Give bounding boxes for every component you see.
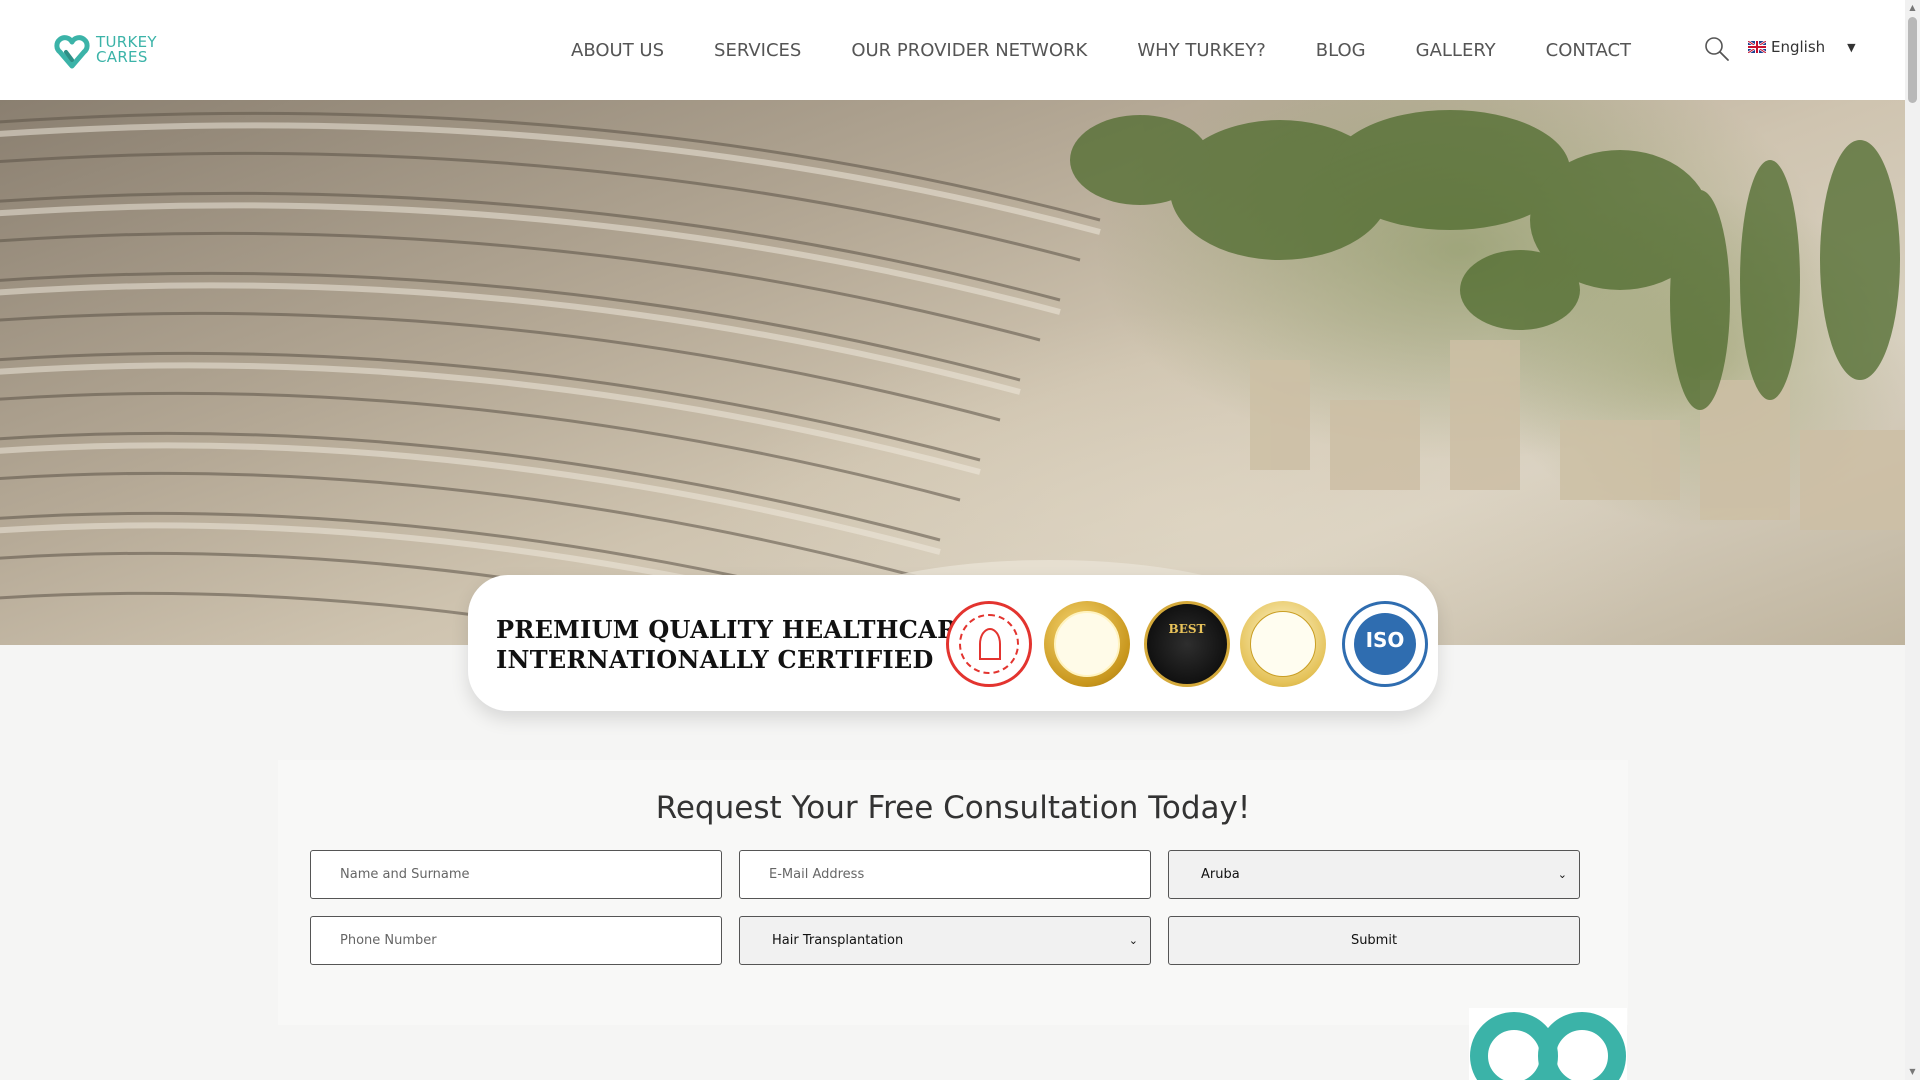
email-placeholder: E-Mail Address (769, 867, 865, 882)
treatment-value: Hair Transplantation (772, 933, 904, 948)
scroll-down-icon[interactable]: ▼ (1908, 1067, 1917, 1077)
chevron-down-icon: ⌄ (1557, 868, 1567, 881)
logo-wordmark: TURKEY CARES (96, 35, 157, 65)
country-value: Aruba (1201, 867, 1240, 882)
name-placeholder: Name and Surname (340, 867, 470, 882)
nav-item-gallery[interactable]: GALLERY (1416, 40, 1496, 61)
phone-number-input[interactable]: Phone Number (310, 916, 722, 965)
caret-down-icon: ▼ (1847, 40, 1856, 54)
submit-button[interactable]: Submit (1168, 916, 1580, 965)
nav-item-services[interactable]: SERVICES (714, 40, 801, 61)
heart-logo-icon (1470, 1012, 1626, 1080)
banner-line-2: INTERNATIONALLY CERTIFIED (496, 645, 934, 674)
heart-logo-icon (54, 35, 90, 69)
site-header: TURKEY CARES ABOUT US SERVICES OUR PROVI… (0, 0, 1905, 100)
nav-item-blog[interactable]: BLOG (1316, 40, 1366, 61)
best-badge-text: BEST (1168, 622, 1206, 636)
ministry-of-health-seal-icon (946, 601, 1032, 687)
main-nav: ABOUT US SERVICES OUR PROVIDER NETWORK W… (571, 0, 1631, 100)
uk-flag-icon (1748, 41, 1766, 53)
email-input[interactable]: E-Mail Address (739, 850, 1151, 899)
name-surname-input[interactable]: Name and Surname (310, 850, 722, 899)
scroll-up-icon[interactable]: ▲ (1908, 3, 1917, 13)
page-scrollbar[interactable]: ▲ ▼ (1905, 0, 1920, 1080)
nav-item-contact[interactable]: CONTACT (1546, 40, 1631, 61)
country-select[interactable]: Aruba ⌄ (1168, 850, 1580, 899)
nav-item-about-us[interactable]: ABOUT US (571, 40, 664, 61)
aesthetic-dental-care-award-icon (1044, 601, 1130, 687)
amphitheatre-illustration (0, 110, 1905, 645)
best-patient-experience-award-icon: BEST (1144, 601, 1230, 687)
consultation-form: Request Your Free Consultation Today! Na… (278, 760, 1628, 1025)
nav-item-provider-network[interactable]: OUR PROVIDER NETWORK (851, 40, 1087, 61)
language-selector[interactable]: English ▼ (1748, 38, 1856, 56)
search-icon[interactable] (1704, 36, 1730, 62)
iso-badge-text: ISO (1365, 628, 1405, 652)
banner-line-1: PREMIUM QUALITY HEALTHCARE | (496, 615, 994, 644)
iso-certification-icon: ISO (1342, 601, 1428, 687)
turkey-cares-logo-large (1469, 1008, 1627, 1080)
nav-item-why-turkey[interactable]: WHY TURKEY? (1137, 40, 1265, 61)
international-health-tourism-award-icon (1240, 601, 1326, 687)
logo-line-2: CARES (96, 48, 148, 66)
chevron-down-icon: ⌄ (1128, 934, 1138, 947)
form-title: Request Your Free Consultation Today! (655, 790, 1251, 826)
banner-headline: PREMIUM QUALITY HEALTHCARE | INTERNATION… (496, 615, 994, 675)
treatment-select[interactable]: Hair Transplantation ⌄ (739, 916, 1151, 965)
scrollbar-thumb[interactable] (1908, 17, 1917, 103)
certification-banner: PREMIUM QUALITY HEALTHCARE | INTERNATION… (468, 575, 1438, 711)
phone-placeholder: Phone Number (340, 933, 437, 948)
language-label: English (1771, 38, 1826, 56)
page: TURKEY CARES ABOUT US SERVICES OUR PROVI… (0, 0, 1920, 1080)
hero-image-ancient-theatre (0, 100, 1905, 645)
turkey-cares-logo[interactable]: TURKEY CARES (52, 30, 157, 70)
